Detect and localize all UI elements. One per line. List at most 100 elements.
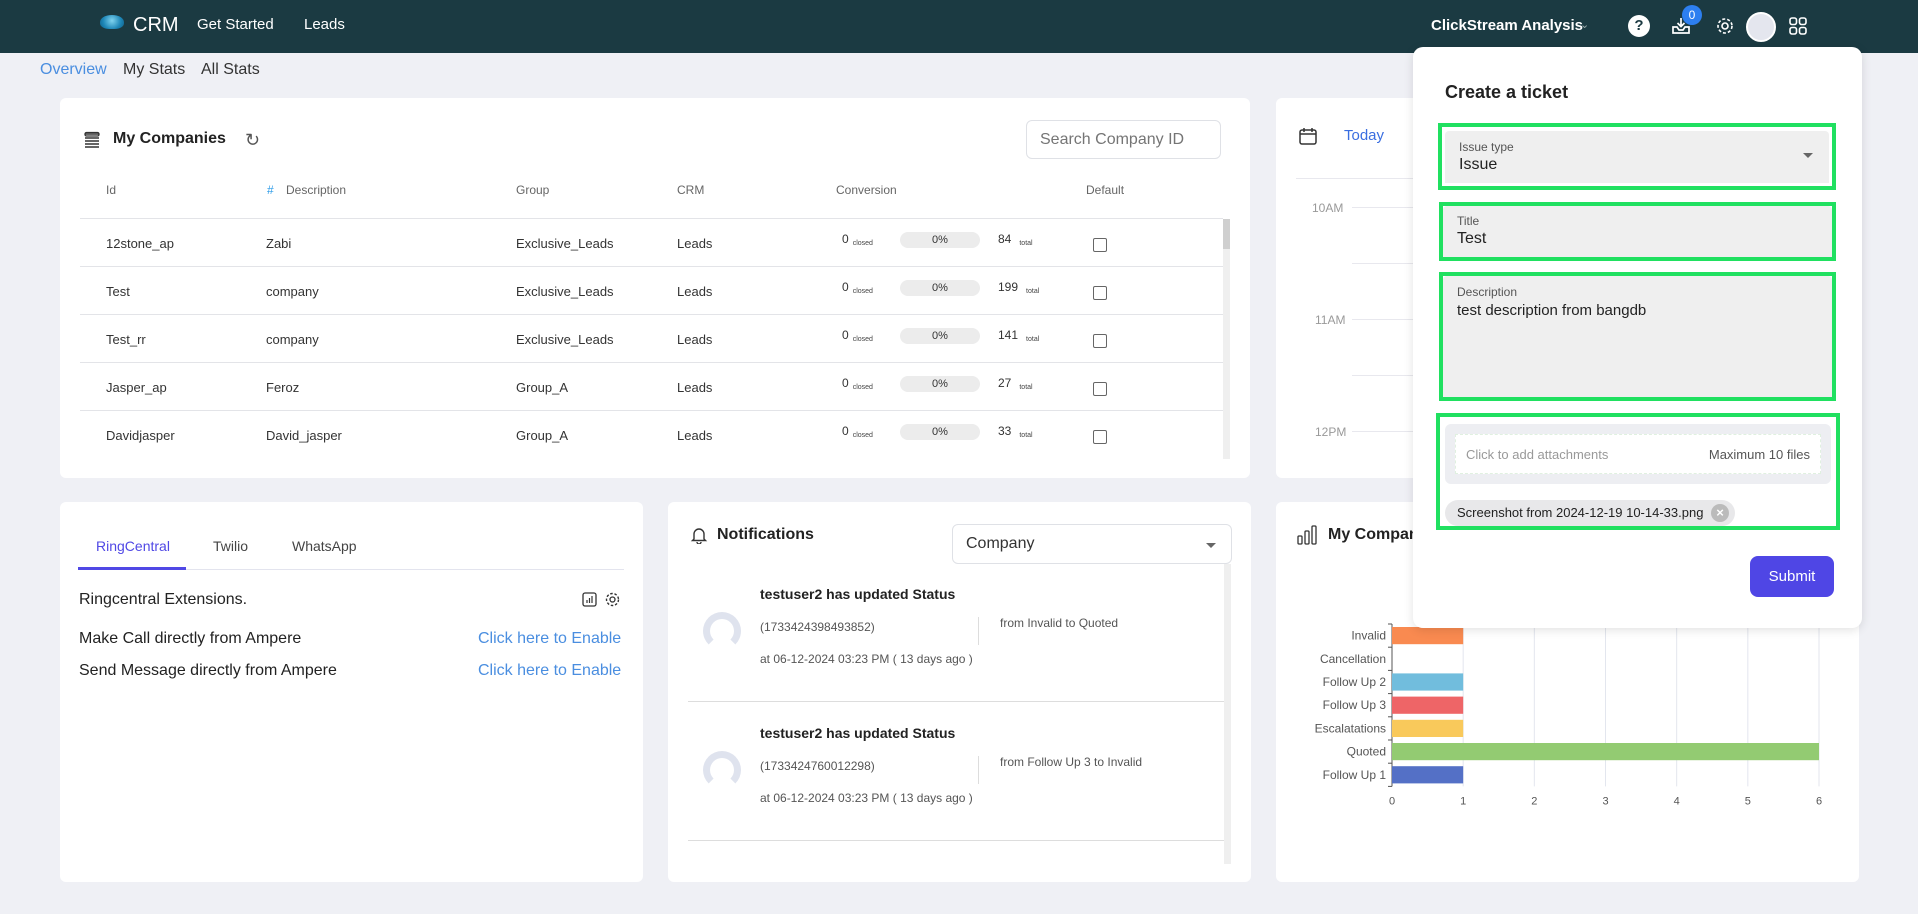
nav-get-started[interactable]: Get Started <box>197 16 274 33</box>
closed-count: 0 <box>842 232 849 246</box>
calendar-icon <box>1298 126 1318 151</box>
logo-icon <box>100 15 124 29</box>
tab-my-stats[interactable]: My Stats <box>123 61 185 79</box>
y-category-label: Escalatations <box>1315 721 1386 735</box>
tab-all-stats[interactable]: All Stats <box>201 61 260 79</box>
notification-avatar <box>703 612 741 650</box>
stats-icon[interactable] <box>582 592 597 612</box>
enable-message-link[interactable]: Click here to Enable <box>478 662 621 680</box>
caret-down-icon <box>1206 543 1216 548</box>
cell-total: 27 total <box>998 376 1033 391</box>
bar-follow-up-1[interactable] <box>1392 766 1464 784</box>
x-tick-label: 6 <box>1816 795 1822 807</box>
time-line <box>1352 207 1422 208</box>
total-label: total <box>1019 240 1033 247</box>
table-row[interactable]: Davidjasper David_jasper Group_A Leads 0 clos… <box>80 410 1223 458</box>
x-tick-label: 4 <box>1674 795 1680 807</box>
user-avatar[interactable] <box>1746 12 1776 42</box>
description-textarea[interactable]: Description test description from bangdb <box>1443 276 1832 397</box>
bell-icon <box>690 526 708 549</box>
default-checkbox[interactable] <box>1093 286 1107 300</box>
issue-type-label: Issue type <box>1459 140 1514 154</box>
x-tick-label: 0 <box>1389 795 1395 807</box>
closed-label: closed <box>852 384 873 391</box>
closed-count: 0 <box>842 424 849 438</box>
default-checkbox[interactable] <box>1093 430 1107 444</box>
table-row[interactable]: Jasper_ap Feroz Group_A Leads 0 closed 0% 27 tot… <box>80 362 1223 410</box>
attachment-chip: Screenshot from 2024-12-19 10-14-33.png … <box>1445 500 1735 526</box>
help-icon[interactable]: ? <box>1628 15 1650 37</box>
closed-count: 0 <box>842 280 849 294</box>
conversion-percent: 0% <box>900 232 980 248</box>
table-row[interactable]: Test_rr company Exclusive_Leads Leads 0 close… <box>80 314 1223 362</box>
table-row[interactable]: Test company Exclusive_Leads Leads 0 closed 0%… <box>80 266 1223 314</box>
title-input[interactable]: Title Test <box>1443 206 1832 257</box>
apps-grid-icon[interactable] <box>1787 15 1809 37</box>
remove-attachment-icon[interactable]: × <box>1711 504 1729 522</box>
cell-description: company <box>266 284 319 299</box>
tab-twilio[interactable]: Twilio <box>213 538 248 554</box>
column-header-id: Id <box>106 183 117 197</box>
send-message-label: Send Message directly from Ampere <box>79 662 337 679</box>
filter-value: Company <box>966 535 1035 552</box>
settings-gear-icon[interactable] <box>604 591 621 613</box>
cell-closed: 0 closed <box>842 328 873 343</box>
table-scrollbar[interactable] <box>1223 219 1230 459</box>
y-category-label: Quoted <box>1347 745 1386 759</box>
bar-follow-up-2[interactable] <box>1392 673 1464 691</box>
total-count: 199 <box>998 280 1019 294</box>
tab-overview[interactable]: Overview <box>40 61 107 79</box>
cell-group: Group_A <box>516 380 569 395</box>
default-checkbox[interactable] <box>1093 382 1107 396</box>
tab-whatsapp[interactable]: WhatsApp <box>292 538 357 554</box>
table-scrollbar-thumb[interactable] <box>1223 219 1230 249</box>
closed-label: closed <box>852 336 873 343</box>
cell-crm: Leads <box>677 332 713 347</box>
column-header-group: Group <box>516 183 550 197</box>
tab-ringcentral[interactable]: RingCentral <box>96 538 170 554</box>
bar-escalatations[interactable] <box>1392 719 1464 737</box>
column-header-crm: CRM <box>677 183 705 197</box>
closed-label: closed <box>852 432 873 439</box>
default-checkbox[interactable] <box>1093 238 1107 252</box>
attachment-dropzone[interactable]: Click to add attachments Maximum 10 file… <box>1445 424 1831 484</box>
bar-invalid[interactable] <box>1392 627 1464 645</box>
brand-name[interactable]: CRM <box>133 14 179 37</box>
closed-label: closed <box>852 288 873 295</box>
notification-filter-select[interactable]: Company <box>952 524 1232 564</box>
chevron-down-icon[interactable]: ⌄ <box>1580 18 1589 31</box>
cell-crm: Leads <box>677 380 713 395</box>
cell-id: Test <box>106 284 130 299</box>
refresh-icon[interactable]: ↻ <box>245 130 260 151</box>
time-line <box>1352 319 1422 320</box>
time-label: 12PM <box>1315 425 1347 439</box>
table-row[interactable]: 12stone_ap Zabi Exclusive_Leads Leads 0 close… <box>80 218 1223 266</box>
closed-label: closed <box>852 240 873 247</box>
today-button[interactable]: Today <box>1344 127 1384 144</box>
notification-id: (1733424760012298) <box>760 759 875 773</box>
cell-total: 84 total <box>998 232 1033 247</box>
gear-icon[interactable] <box>1714 15 1736 37</box>
create-ticket-panel: Create a ticket Issue type Issue Title T… <box>1413 47 1862 628</box>
notification-title: testuser2 has updated Status <box>760 586 956 602</box>
search-company-input[interactable] <box>1026 120 1221 159</box>
workspace-selector[interactable]: ClickStream Analysis <box>1431 17 1583 34</box>
submit-button[interactable]: Submit <box>1750 556 1834 597</box>
enable-call-link[interactable]: Click here to Enable <box>478 630 621 648</box>
cell-total: 33 total <box>998 424 1033 439</box>
notification-time: at 06-12-2024 03:23 PM ( 13 days ago ) <box>760 791 973 805</box>
bar-quoted[interactable] <box>1392 743 1819 761</box>
bar-follow-up-3[interactable] <box>1392 696 1464 714</box>
nav-leads[interactable]: Leads <box>304 16 345 33</box>
issue-type-select[interactable]: Issue type Issue <box>1445 131 1829 183</box>
notifications-scrollbar[interactable] <box>1224 564 1231 864</box>
attachment-dropzone-inner[interactable]: Click to add attachments Maximum 10 file… <box>1455 434 1821 474</box>
integrations-card <box>60 502 643 882</box>
y-category-label: Invalid <box>1351 629 1386 643</box>
cell-group: Exclusive_Leads <box>516 236 614 251</box>
title-label: Title <box>1457 214 1480 228</box>
default-checkbox[interactable] <box>1093 334 1107 348</box>
x-tick-label: 2 <box>1531 795 1537 807</box>
total-label: total <box>1019 384 1033 391</box>
total-count: 84 <box>998 232 1012 246</box>
